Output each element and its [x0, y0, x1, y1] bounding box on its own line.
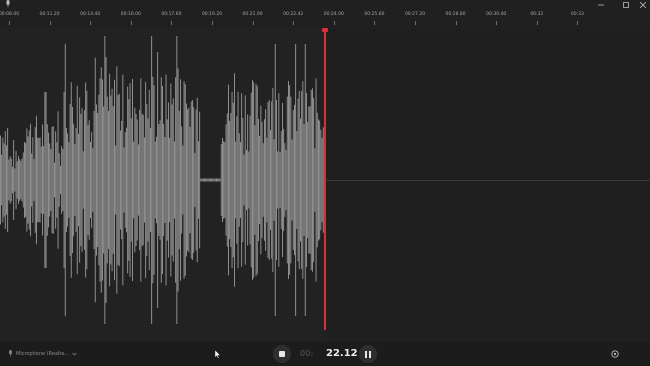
maximize-icon	[623, 1, 629, 8]
timeline-tick-mark	[577, 21, 579, 25]
timeline-tick-mark	[49, 21, 51, 25]
microphone-icon	[9, 350, 12, 357]
gear-icon[interactable]	[610, 349, 620, 359]
waveform	[0, 36, 326, 324]
timeline-tick-label: 00:27.20	[404, 12, 426, 17]
chevron-down-icon	[72, 352, 77, 355]
timeline-tick-mark	[293, 21, 295, 25]
timeline-tick-mark	[415, 21, 416, 25]
timeline-tick-label: 00:32	[530, 12, 544, 17]
timeline-tick-mark	[171, 21, 173, 25]
timeline-tick-label: 00:33	[570, 12, 584, 17]
timeline-tick-label: 00:17.60	[161, 12, 182, 17]
pause-icon	[365, 350, 367, 358]
maximize-button[interactable]	[619, 0, 633, 9]
stop-button[interactable]	[273, 345, 291, 363]
timeline-tick-mark	[212, 21, 213, 25]
timeline-tick-label: 00:16.00	[120, 12, 141, 17]
timeline-tick-label: 00:19.20	[201, 12, 223, 17]
baseline	[326, 180, 650, 181]
timeline-tick-mark	[455, 21, 457, 25]
timeline-tick-mark	[496, 21, 498, 25]
timeline-tick-label: 00:30.40	[486, 12, 507, 17]
timeline-tick-mark	[536, 21, 538, 25]
timeline-tick-mark	[333, 21, 335, 25]
timeline-tick-label: 00:11.20	[39, 12, 60, 17]
timeline-tick-mark	[90, 21, 92, 25]
elapsed-time-prefix: 00:	[300, 349, 314, 358]
microphone-icon	[6, 0, 10, 7]
bottom-bar: Microphone (Realte... 00: 22.12	[0, 342, 650, 366]
elapsed-time: 22.12	[326, 348, 358, 359]
pause-icon-bar	[369, 350, 371, 358]
timeline-tick-label: 00:28.80	[445, 12, 466, 17]
minimize-button[interactable]	[594, 0, 608, 9]
microphone-label: Microphone (Realte...	[16, 350, 70, 357]
timeline-tick-label: 00:14.40	[80, 12, 101, 17]
timeline-tick-label: 00:22.42	[283, 12, 304, 17]
close-icon	[640, 1, 646, 8]
stop-icon	[279, 351, 285, 357]
timeline-tick-label: 00:21.00	[242, 12, 263, 17]
playhead[interactable]	[324, 30, 326, 330]
close-button[interactable]	[636, 0, 650, 9]
timeline-tick-mark	[130, 21, 132, 25]
mouse-cursor-icon	[215, 350, 221, 359]
title-bar	[0, 0, 650, 10]
timeline-tick-label: 00:25.60	[364, 12, 385, 17]
timeline-tick-mark	[252, 21, 254, 25]
timeline-ruler[interactable]: 00:08.00 00:11.20 00:14.40 00:16.00 00:17.60…	[0, 12, 650, 28]
empty-region	[326, 28, 650, 340]
timeline-tick-mark	[374, 21, 376, 25]
timeline-tick-mark	[9, 21, 10, 25]
timeline-tick-label: 00:24.00	[323, 12, 344, 17]
pause-button[interactable]	[359, 345, 377, 363]
microphone-selector[interactable]: Microphone (Realte...	[8, 350, 77, 357]
minimize-icon	[598, 4, 604, 5]
timeline-tick-label: 00:08.00	[0, 12, 20, 17]
